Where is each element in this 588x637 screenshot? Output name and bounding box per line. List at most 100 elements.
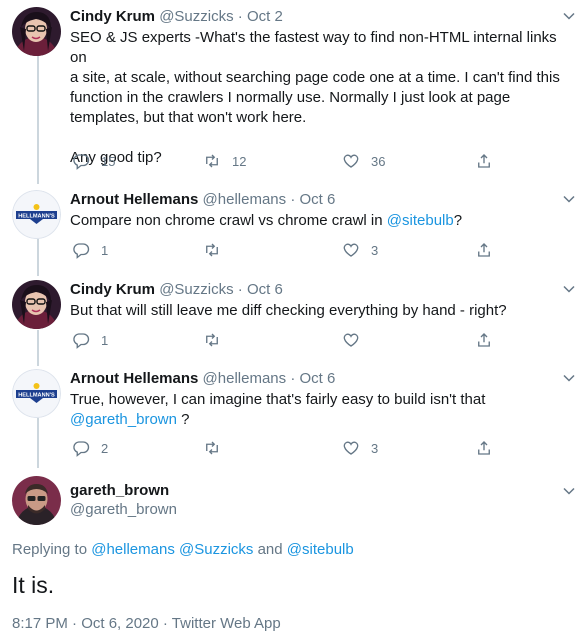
chevron-down-icon[interactable] [562,9,576,23]
tweet-actions: 2 3 [70,438,500,458]
avatar-logo-text: HELLMANN'S [18,393,55,399]
tweet-text: True, however, I can imagine that's fair… [70,390,575,430]
avatar[interactable]: HELLMANN'S [12,369,61,418]
like-count: 3 [371,242,379,258]
tweet-date[interactable]: Oct 6 [299,370,335,387]
tweet-text-part: Compare non chrome crawl vs chrome crawl… [70,212,387,229]
avatar[interactable] [12,476,61,525]
mention-link[interactable]: @sitebulb [387,212,454,229]
avatar[interactable]: HELLMANN'S [12,190,61,239]
like-button[interactable]: 36 [342,151,385,171]
reply-button[interactable]: 15 [72,151,115,171]
like-button[interactable]: 3 [342,438,378,458]
reply-count: 1 [101,242,109,258]
mention-link[interactable]: @sitebulb [287,541,354,558]
chevron-down-icon[interactable] [562,484,576,498]
reply-icon [73,333,90,349]
share-icon [478,154,490,168]
tweet-text-part: ? [176,411,190,428]
like-count: 36 [371,153,386,169]
tweet-timestamp[interactable]: 8:17 PM · Oct 6, 2020 · Twitter Web App [12,614,281,634]
author-handle[interactable]: @hellemans [203,370,287,387]
main-tweet-text: It is. [12,572,55,598]
tweet-text-line [70,128,575,148]
tweet-text-line: function in the crawlers I normally use.… [70,89,511,106]
tweet[interactable]: Cindy Krum @Suzzicks · Oct 6 But that wi… [0,280,588,360]
like-button[interactable]: 3 [342,240,378,260]
tweet-text-line: templates, but that won't work here. [70,109,307,126]
tweet-header: Arnout Hellemans @hellemans · Oct 6 [70,190,335,210]
tweet-text-part: ? [453,212,463,229]
share-button[interactable] [475,151,493,171]
chevron-down-icon[interactable] [562,371,576,385]
author-name[interactable]: Cindy Krum [70,8,155,25]
tweet-actions: 15 12 36 [70,151,500,171]
tweet[interactable]: HELLMANN'S Arnout Hellemans @hellemans ·… [0,369,588,464]
retweet-button[interactable] [203,438,221,458]
separator: · [290,191,296,208]
reply-count: 15 [101,153,116,169]
separator: · [290,370,296,387]
chevron-down-icon[interactable] [562,192,576,206]
like-icon [343,333,359,347]
share-button[interactable] [475,240,493,260]
share-button[interactable] [475,330,493,350]
tweet-text: Compare non chrome crawl vs chrome crawl… [70,211,575,231]
author-name[interactable]: Arnout Hellemans [70,370,198,387]
tweet-text-line: SEO & JS experts -What's the fastest way… [70,29,557,66]
share-icon [478,441,490,455]
avatar[interactable] [12,280,61,329]
retweet-count: 12 [232,153,247,169]
tweet-date[interactable]: Oct 2 [247,8,283,25]
tweet[interactable]: HELLMANN'S Arnout Hellemans @hellemans ·… [0,190,588,270]
like-icon [343,441,359,455]
tweet-text: SEO & JS experts -What's the fastest way… [70,28,575,168]
mention-link[interactable]: @gareth_brown [70,411,177,428]
tweet-text-line: a site, at scale, without searching page… [70,69,560,86]
retweet-button[interactable] [203,240,221,260]
mention-link[interactable]: @Suzzicks [179,541,253,558]
tweet[interactable]: Cindy Krum @Suzzicks · Oct 2 SEO & JS ex… [0,7,588,177]
author-handle[interactable]: @Suzzicks [159,8,233,25]
retweet-icon [206,243,218,257]
reply-button[interactable]: 2 [72,438,108,458]
replying-to: Replying to @hellemans @Suzzicks and @si… [12,540,354,560]
mention-link[interactable]: @hellemans [91,541,175,558]
tweet-date[interactable]: Oct 6 [247,281,283,298]
replying-and: and [253,541,287,558]
avatar[interactable] [12,7,61,56]
author-name[interactable]: Arnout Hellemans [70,191,198,208]
retweet-icon [206,441,218,455]
tweet-date[interactable]: Oct 6 [299,191,335,208]
tweet-header: Arnout Hellemans @hellemans · Oct 6 [70,369,335,389]
reply-icon [73,154,90,170]
separator: · [237,8,243,25]
like-icon [343,243,359,257]
author-handle[interactable]: @gareth_brown [70,500,177,520]
tweet-header: Cindy Krum @Suzzicks · Oct 6 [70,280,283,300]
avatar-logo-text: HELLMANN'S [18,214,55,220]
tweet-header: Cindy Krum @Suzzicks · Oct 2 [70,7,283,27]
share-button[interactable] [475,438,493,458]
tweet-actions: 1 [70,330,500,350]
author-name[interactable]: gareth_brown [70,481,169,501]
author-handle[interactable]: @hellemans [203,191,287,208]
tweet-text-line: True, however, I can imagine that's fair… [70,391,486,408]
reply-button[interactable]: 1 [72,330,108,350]
like-button[interactable] [342,330,360,350]
retweet-button[interactable]: 12 [203,151,246,171]
reply-count: 1 [101,332,109,348]
like-icon [343,154,359,168]
author-name[interactable]: Cindy Krum [70,281,155,298]
separator: · [237,281,243,298]
retweet-icon [206,154,218,168]
retweet-button[interactable] [203,330,221,350]
reply-icon [73,441,90,457]
chevron-down-icon[interactable] [562,282,576,296]
share-icon [478,333,490,347]
reply-count: 2 [101,440,109,456]
reply-button[interactable]: 1 [72,240,108,260]
like-count: 3 [371,440,379,456]
author-handle[interactable]: @Suzzicks [159,281,233,298]
tweet-text: But that will still leave me diff checki… [70,302,507,319]
